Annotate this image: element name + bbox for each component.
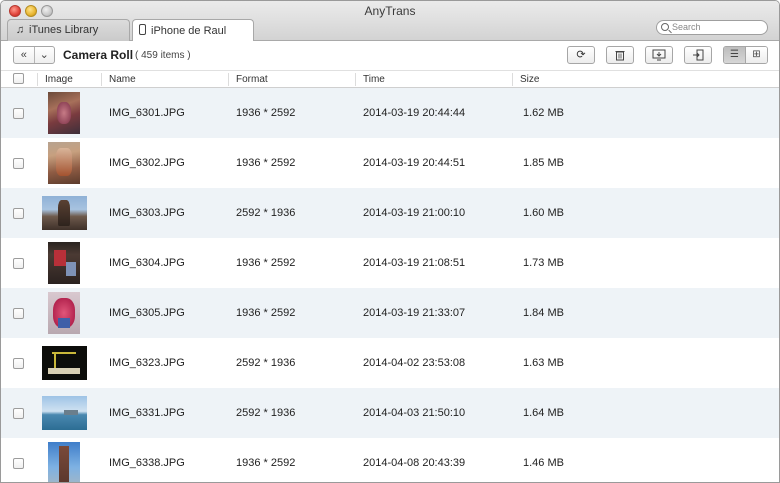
photo-thumbnail[interactable]: [42, 346, 87, 380]
row-checkbox[interactable]: [13, 458, 24, 469]
file-format: 1936 * 2592: [236, 307, 296, 319]
table-row[interactable]: IMG_6303.JPG 2592 * 1936 2014-03-19 21:0…: [1, 188, 779, 238]
file-format: 2592 * 1936: [236, 357, 296, 369]
add-to-device-icon: [693, 49, 704, 61]
table-row[interactable]: IMG_6305.JPG 1936 * 2592 2014-03-19 21:3…: [1, 288, 779, 338]
file-size: 1.85 MB: [523, 157, 564, 169]
file-name: IMG_6303.JPG: [109, 207, 185, 219]
table-header: Image Name Format Time Size: [1, 70, 779, 88]
file-time: 2014-03-19 20:44:44: [363, 107, 466, 119]
file-time: 2014-04-02 23:53:08: [363, 357, 466, 369]
table-row[interactable]: IMG_6338.JPG 1936 * 2592 2014-04-08 20:4…: [1, 438, 779, 482]
column-header-name[interactable]: Name: [109, 74, 136, 85]
tab-iphone-de-raul[interactable]: iPhone de Raul: [132, 19, 254, 42]
row-checkbox[interactable]: [13, 108, 24, 119]
search-placeholder: Search: [672, 22, 701, 32]
table-row[interactable]: IMG_6331.JPG 2592 * 1936 2014-04-03 21:5…: [1, 388, 779, 438]
photo-thumbnail[interactable]: [42, 396, 87, 430]
app-window: AnyTrans ♫ iTunes Library iPhone de Raul …: [0, 0, 780, 483]
photo-thumbnail[interactable]: [48, 92, 80, 134]
search-icon: [661, 23, 669, 31]
file-time: 2014-03-19 20:44:51: [363, 157, 466, 169]
grid-view-icon[interactable]: ⊞: [746, 47, 767, 63]
row-checkbox[interactable]: [13, 358, 24, 369]
file-format: 1936 * 2592: [236, 107, 296, 119]
file-size: 1.60 MB: [523, 207, 564, 219]
photo-thumbnail[interactable]: [48, 292, 80, 334]
delete-icon: [615, 51, 625, 61]
row-checkbox[interactable]: [13, 258, 24, 269]
to-computer-icon: [652, 49, 666, 61]
table-row[interactable]: IMG_6302.JPG 1936 * 2592 2014-03-19 20:4…: [1, 138, 779, 188]
navigation-group: « ⌄: [13, 46, 55, 64]
column-header-time[interactable]: Time: [363, 74, 385, 85]
page-title: Camera Roll: [63, 48, 134, 62]
file-name: IMG_6338.JPG: [109, 457, 185, 469]
tab-label: iPhone de Raul: [151, 25, 227, 37]
delete-button[interactable]: [606, 46, 634, 64]
row-checkbox[interactable]: [13, 308, 24, 319]
file-time: 2014-03-19 21:08:51: [363, 257, 466, 269]
photo-table: IMG_6301.JPG 1936 * 2592 2014-03-19 20:4…: [1, 88, 779, 482]
file-size: 1.46 MB: [523, 457, 564, 469]
column-header-size[interactable]: Size: [520, 74, 539, 85]
table-row[interactable]: IMG_6323.JPG 2592 * 1936 2014-04-02 23:5…: [1, 338, 779, 388]
file-size: 1.62 MB: [523, 107, 564, 119]
file-name: IMG_6323.JPG: [109, 357, 185, 369]
search-input[interactable]: Search: [656, 20, 768, 35]
file-time: 2014-04-03 21:50:10: [363, 407, 466, 419]
select-all-checkbox[interactable]: [13, 73, 24, 84]
file-time: 2014-04-08 20:43:39: [363, 457, 466, 469]
refresh-icon: ⟳: [576, 49, 586, 61]
back-icon[interactable]: «: [14, 47, 35, 63]
file-size: 1.64 MB: [523, 407, 564, 419]
window-title: AnyTrans: [364, 4, 416, 18]
row-checkbox[interactable]: [13, 158, 24, 169]
photo-thumbnail[interactable]: [48, 142, 80, 184]
file-format: 1936 * 2592: [236, 157, 296, 169]
add-to-device-button[interactable]: [684, 46, 712, 64]
row-checkbox[interactable]: [13, 208, 24, 219]
column-header-image[interactable]: Image: [45, 74, 73, 85]
tab-itunes-library[interactable]: ♫ iTunes Library: [7, 19, 130, 41]
file-format: 2592 * 1936: [236, 207, 296, 219]
file-name: IMG_6301.JPG: [109, 107, 185, 119]
photo-thumbnail[interactable]: [48, 442, 80, 482]
file-size: 1.63 MB: [523, 357, 564, 369]
toolbar: « ⌄ Camera Roll ( 459 items ) ⟳ ☰ ⊞: [1, 41, 779, 70]
file-time: 2014-03-19 21:33:07: [363, 307, 466, 319]
iphone-icon: [139, 24, 146, 35]
tab-label: iTunes Library: [29, 24, 99, 36]
refresh-button[interactable]: ⟳: [567, 46, 595, 64]
list-view-icon[interactable]: ☰: [724, 47, 746, 63]
chevron-down-icon[interactable]: ⌄: [35, 47, 55, 63]
table-row[interactable]: IMG_6301.JPG 1936 * 2592 2014-03-19 20:4…: [1, 88, 779, 138]
file-name: IMG_6331.JPG: [109, 407, 185, 419]
table-row[interactable]: IMG_6304.JPG 1936 * 2592 2014-03-19 21:0…: [1, 238, 779, 288]
music-note-icon: ♫: [15, 24, 25, 36]
photo-thumbnail[interactable]: [42, 196, 87, 230]
title-bar: AnyTrans ♫ iTunes Library iPhone de Raul …: [1, 1, 779, 42]
file-size: 1.73 MB: [523, 257, 564, 269]
file-name: IMG_6302.JPG: [109, 157, 185, 169]
file-name: IMG_6305.JPG: [109, 307, 185, 319]
file-format: 2592 * 1936: [236, 407, 296, 419]
export-to-computer-button[interactable]: [645, 46, 673, 64]
view-mode-toggle: ☰ ⊞: [723, 46, 768, 64]
column-header-format[interactable]: Format: [236, 74, 268, 85]
row-checkbox[interactable]: [13, 408, 24, 419]
item-count: ( 459 items ): [135, 50, 191, 61]
file-format: 1936 * 2592: [236, 457, 296, 469]
photo-thumbnail[interactable]: [48, 242, 80, 284]
file-size: 1.84 MB: [523, 307, 564, 319]
file-name: IMG_6304.JPG: [109, 257, 185, 269]
file-format: 1936 * 2592: [236, 257, 296, 269]
file-time: 2014-03-19 21:00:10: [363, 207, 466, 219]
